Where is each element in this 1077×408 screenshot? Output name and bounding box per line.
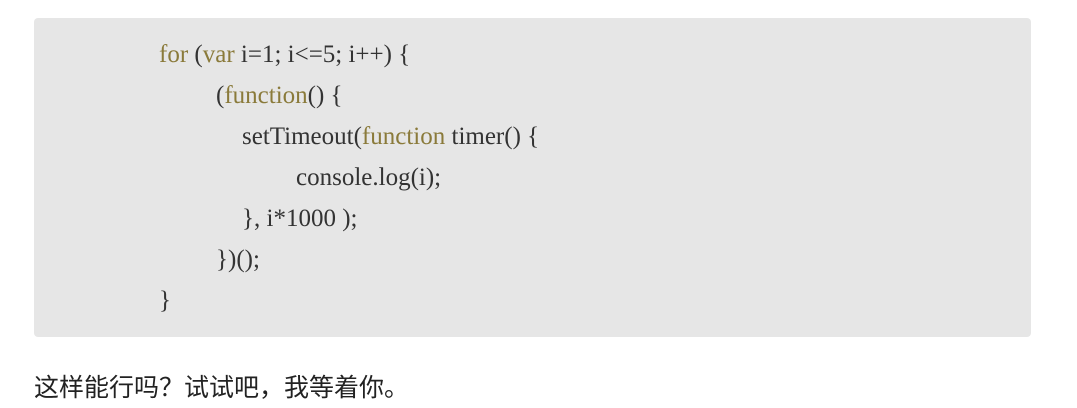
code-token: i=1; i<=5; i++) { — [234, 41, 411, 68]
code-keyword: function — [224, 82, 308, 109]
code-keyword: var — [202, 41, 235, 68]
code-line: console.log(i); — [296, 159, 441, 197]
code-line: setTimeout(function timer() { — [242, 118, 539, 156]
code-token: timer() { — [445, 123, 540, 150]
code-keyword: function — [361, 123, 446, 150]
code-line: (function() { — [216, 77, 343, 115]
code-token: setTimeout( — [242, 123, 362, 150]
code-block: for (var i=1; i<=5; i++) { (function() {… — [34, 18, 1031, 337]
code-token: } — [159, 287, 171, 314]
code-token: }, i*1000 ); — [242, 205, 358, 232]
code-token: () { — [307, 82, 343, 109]
code-line: } — [159, 282, 171, 320]
code-token: ( — [188, 41, 203, 68]
code-keyword: for — [159, 41, 189, 68]
code-line: for (var i=1; i<=5; i++) { — [159, 36, 410, 74]
code-line: }, i*1000 ); — [242, 200, 357, 238]
paragraph-text: 这样能行吗？试试吧，我等着你。 — [34, 373, 410, 402]
code-line: })(); — [216, 241, 260, 279]
code-token: })(); — [216, 246, 260, 273]
code-token: console.log(i); — [296, 164, 442, 191]
